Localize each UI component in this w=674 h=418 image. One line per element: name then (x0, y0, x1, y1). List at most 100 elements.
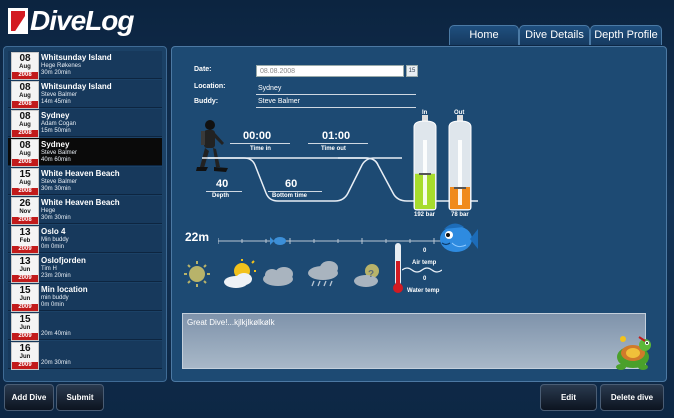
dive-profile-curve (202, 157, 402, 202)
dive-info: 20m 40min (41, 331, 71, 337)
depth-value: 40 (216, 178, 229, 190)
app-title: DiveLog (30, 5, 134, 36)
date-label: Date: (194, 66, 212, 73)
turtle-icon (616, 336, 651, 370)
water-temp-label: Water temp (407, 288, 440, 294)
tank-out-icon (448, 115, 472, 211)
dive-buddy: Adam Cogan (41, 121, 77, 127)
air-temp-value: 0 (423, 248, 427, 254)
dive-list-item[interactable]: 26 Nov 2008 White Heaven Beach Hege 30m 30… (8, 196, 162, 225)
tank-in-pressure: 192 bar (414, 212, 436, 218)
dive-list-item[interactable]: 08 Aug 2008 Sydney Adam Cogan 15m 50min (8, 109, 162, 138)
dive-site: White Heaven Beach (41, 169, 120, 178)
dive-details-panel: Date: 08.08.2008 15 Location: Sydney Bud… (171, 46, 667, 382)
time-out-underline (308, 143, 368, 144)
delete-dive-button[interactable]: Delete dive (600, 384, 664, 411)
unknown-weather-icon: ? (354, 264, 379, 287)
time-in-underline (230, 143, 290, 144)
dive-info: 0m 0min (41, 302, 65, 308)
dive-list-item[interactable]: 15 Aug 2008 White Heaven Beach Steve Balme… (8, 167, 162, 196)
dive-info: 30m 30min (41, 215, 71, 221)
dive-list-item-selected[interactable]: 08 Aug 2008 Sydney Steve Balmer 40m 60min (8, 138, 162, 167)
date-badge: 15 Aug 2008 (11, 168, 39, 196)
logo-flag-icon (8, 8, 28, 34)
submit-button[interactable]: Submit (56, 384, 104, 411)
dive-info: 0m 0min (41, 244, 65, 250)
tab-dive-details[interactable]: Dive Details (519, 25, 590, 45)
slider-thumb-fish-icon (270, 237, 286, 245)
date-badge: 08 Aug 2008 (11, 139, 39, 167)
dive-list-item[interactable]: 15 Jun 2009 20m 40min (8, 312, 162, 341)
depth-label: Depth (212, 193, 229, 199)
notes-field[interactable]: Great Dive!...kjlkjlkølkølk (182, 313, 646, 369)
date-badge: 26 Nov 2008 (11, 197, 39, 225)
location-label: Location: (194, 83, 226, 90)
dive-site: Sydney (41, 140, 70, 149)
tank-out-pressure: 78 bar (451, 212, 469, 218)
dive-buddy: Hege Røkenes (41, 63, 82, 69)
dive-info: 23m 20min (41, 273, 71, 279)
rainy-icon (308, 261, 338, 287)
dive-list-item[interactable]: 13 Feb 2009 Oslo 4 Min buddy 0m 0min (8, 225, 162, 254)
dive-list-item[interactable]: 08 Aug 2008 Whitsunday Island Steve Balmer… (8, 80, 162, 109)
dive-info: 30m 30min (41, 186, 71, 192)
dive-buddy: Steve Balmer (41, 179, 78, 185)
weather-selector[interactable]: ? (182, 257, 392, 291)
date-badge: 15 Jun 2009 (11, 313, 39, 341)
location-underline (256, 94, 416, 95)
buddy-label: Buddy: (194, 98, 219, 105)
tab-depth-profile[interactable]: Depth Profile (590, 25, 662, 45)
calendar-icon[interactable]: 15 (406, 65, 418, 77)
cloudy-icon (263, 267, 293, 286)
date-field[interactable]: 08.08.2008 (256, 65, 404, 77)
dive-info: 30m 20min (41, 70, 71, 76)
time-in-value: 00:00 (243, 130, 272, 142)
dive-buddy: Min buddy (41, 237, 69, 243)
visibility-value: 22m (185, 230, 210, 244)
dive-site: White Heaven Beach (41, 198, 120, 207)
app-window: DiveLog Home Dive Details Depth Profile … (0, 0, 674, 418)
bottom-time-underline (268, 191, 322, 192)
location-field[interactable]: Sydney (258, 85, 281, 92)
tanks-graphic (413, 115, 472, 211)
dive-list-item[interactable]: 16 Jun 2009 20m 30min (8, 341, 162, 370)
add-dive-button[interactable]: Add Dive (4, 384, 54, 411)
dive-list[interactable]: 08 Aug 2008 Whitsunday Island Hege Røkenes… (3, 46, 167, 382)
dive-buddy: Tim H (41, 266, 57, 272)
dive-list-item[interactable]: 08 Aug 2008 Whitsunday Island Hege Røkenes… (8, 51, 162, 80)
water-temp-value: 0 (423, 276, 427, 282)
bottom-time-value: 60 (285, 178, 298, 190)
date-badge: 15 Jun 2009 (11, 284, 39, 312)
tank-in-icon (413, 115, 437, 211)
edit-button[interactable]: Edit (540, 384, 597, 411)
date-badge: 13 Feb 2009 (11, 226, 39, 254)
app-logo: DiveLog (8, 5, 134, 37)
date-badge: 08 Aug 2008 (11, 81, 39, 109)
date-badge: 16 Jun 2009 (11, 342, 39, 370)
date-badge: 08 Aug 2008 (11, 110, 39, 138)
tab-home[interactable]: Home (449, 25, 519, 45)
bottom-time-label: Bottom time (272, 193, 307, 199)
dive-site: Sydney (41, 111, 70, 120)
time-out-value: 01:00 (322, 130, 351, 142)
dive-site: Whitsunday Island (41, 82, 112, 91)
buddy-underline (256, 107, 416, 108)
dive-list-item[interactable]: 13 Jun 2009 Oslofjorden Tim H 23m 20min (8, 254, 162, 283)
dive-site: Whitsunday Island (41, 53, 112, 62)
dive-list-item[interactable]: 15 Jun 2009 Min location min buddy 0m 0min (8, 283, 162, 312)
dive-buddy: Steve Balmer (41, 92, 78, 98)
depth-underline (206, 191, 242, 192)
dive-info: 20m 30min (41, 360, 71, 366)
sun-icon (184, 261, 210, 287)
waves-icon (402, 267, 442, 273)
dive-buddy: Hege (41, 208, 56, 214)
buddy-field[interactable]: Steve Balmer (258, 98, 300, 105)
partly-sunny-icon (224, 259, 256, 288)
time-out-label: Time out (321, 146, 346, 152)
date-badge: 13 Jun 2009 (11, 255, 39, 283)
time-in-label: Time in (250, 146, 271, 152)
fish-icon (440, 223, 478, 252)
dive-info: 15m 50min (41, 128, 71, 134)
dive-site: Min location (41, 285, 88, 294)
dive-site: Oslo 4 (41, 227, 66, 236)
